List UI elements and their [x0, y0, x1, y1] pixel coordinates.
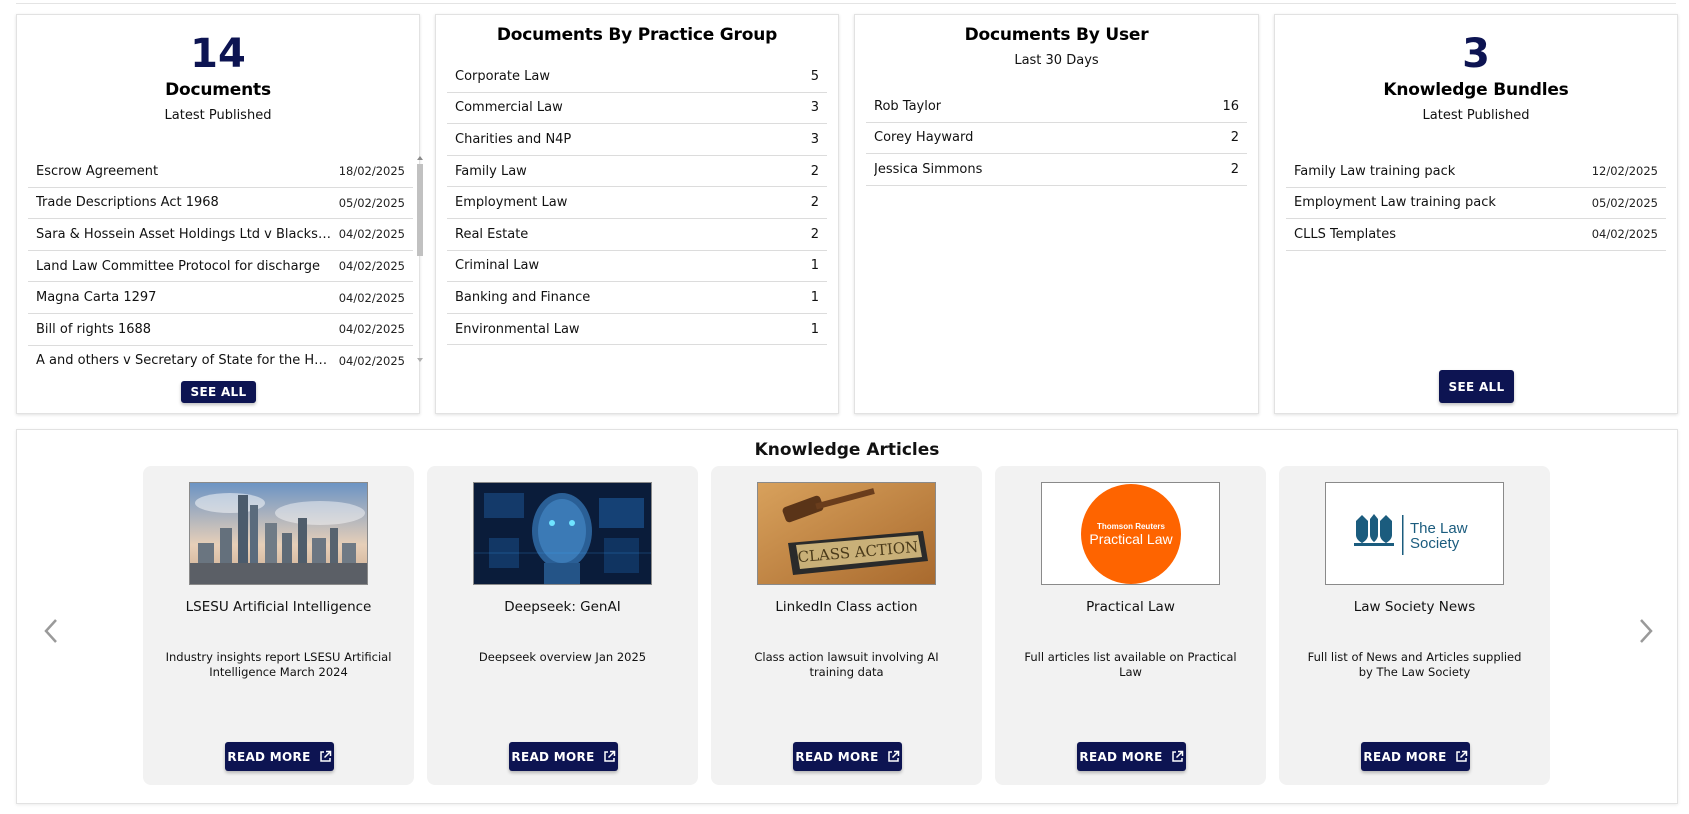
- read-more-button[interactable]: READ MORE: [509, 742, 618, 771]
- list-item[interactable]: Rob Taylor 16: [866, 91, 1247, 123]
- bundles-count: 3: [1462, 31, 1490, 77]
- list-item[interactable]: Corey Hayward 2: [866, 123, 1247, 155]
- article-card[interactable]: LSESU Artificial Intelligence Industry i…: [143, 466, 414, 785]
- documents-scrollbar[interactable]: [416, 156, 424, 368]
- list-item[interactable]: Escrow Agreement 18/02/2025: [28, 156, 413, 188]
- list-item[interactable]: A and others v Secretary of State for th…: [28, 346, 413, 368]
- article-description: Deepseek overview Jan 2025: [478, 650, 647, 664]
- external-link-icon: [319, 750, 331, 762]
- article-description: Class action lawsuit involving AI traini…: [754, 650, 939, 679]
- user-card-title: Documents By User: [964, 25, 1149, 45]
- list-item[interactable]: Corporate Law 5: [447, 61, 827, 93]
- read-more-button[interactable]: READ MORE: [1077, 742, 1186, 771]
- scroll-down-icon[interactable]: [417, 358, 423, 362]
- documents-subtitle: Latest Published: [164, 108, 272, 123]
- list-item[interactable]: Commercial Law 3: [447, 93, 827, 125]
- article-card[interactable]: Deepseek: GenAI Deepseek overview Jan 20…: [427, 466, 698, 785]
- list-item[interactable]: Charities and N4P 3: [447, 124, 827, 156]
- carousel-prev-button[interactable]: [37, 616, 67, 646]
- article-title: Practical Law: [1086, 599, 1175, 615]
- svg-text:Practical Law: Practical Law: [1089, 531, 1173, 547]
- article-image-law-society-logo: The Law Society: [1325, 482, 1504, 585]
- bundles-subtitle: Latest Published: [1422, 108, 1530, 123]
- list-item[interactable]: Sara & Hossein Asset Holdings Ltd v Blac…: [28, 219, 413, 251]
- documents-see-all-button[interactable]: SEE ALL: [181, 381, 256, 403]
- user-list: Rob Taylor 16 Corey Hayward 2 Jessica Simm…: [866, 91, 1247, 186]
- external-link-icon: [887, 750, 899, 762]
- list-item[interactable]: Bill of rights 1688 04/02/2025: [28, 314, 413, 346]
- knowledge-articles-panel: Knowledge Articles LSESU Artificial Inte…: [16, 429, 1678, 804]
- list-item[interactable]: Employment Law 2: [447, 187, 827, 219]
- list-item[interactable]: Family Law training pack 12/02/2025: [1286, 156, 1666, 188]
- article-description: Full list of News and Articles supplied …: [1307, 650, 1522, 679]
- article-title: Deepseek: GenAI: [504, 599, 621, 615]
- documents-list[interactable]: Escrow Agreement 18/02/2025 Trade Descrip…: [28, 156, 424, 368]
- external-link-icon: [1171, 750, 1183, 762]
- scroll-up-icon[interactable]: [417, 156, 423, 160]
- practice-group-list: Corporate Law 5 Commercial Law 3 Charities…: [447, 61, 827, 346]
- list-item[interactable]: Family Law 2: [447, 156, 827, 188]
- bundles-title: Knowledge Bundles: [1383, 80, 1569, 100]
- user-card-subtitle: Last 30 Days: [1014, 53, 1099, 68]
- list-item[interactable]: Environmental Law 1: [447, 314, 827, 346]
- practice-group-title: Documents By Practice Group: [496, 25, 778, 45]
- list-item[interactable]: Real Estate 2: [447, 219, 827, 251]
- bundles-see-all-button[interactable]: SEE ALL: [1439, 370, 1514, 403]
- bundles-list: Family Law training pack 12/02/2025 Emplo…: [1286, 156, 1666, 251]
- knowledge-articles-title: Knowledge Articles: [754, 440, 940, 460]
- external-link-icon: [1455, 750, 1467, 762]
- read-more-button[interactable]: READ MORE: [1361, 742, 1470, 771]
- external-link-icon: [603, 750, 615, 762]
- article-title: Law Society News: [1353, 599, 1476, 615]
- documents-count: 14: [190, 31, 246, 77]
- read-more-button[interactable]: READ MORE: [793, 742, 902, 771]
- article-title: LSESU Artificial Intelligence: [185, 599, 372, 615]
- article-description: Industry insights report LSESU Artificia…: [165, 650, 392, 679]
- article-image-gavel-class-action: CLASS ACTION: [757, 482, 936, 585]
- documents-card: 14 Documents Latest Published Escrow Agr…: [16, 14, 423, 414]
- read-more-button[interactable]: READ MORE: [225, 742, 334, 771]
- practice-group-card: Documents By Practice Group Corporate La…: [435, 14, 839, 414]
- list-item[interactable]: Trade Descriptions Act 1968 05/02/2025: [28, 188, 413, 220]
- user-card: Documents By User Last 30 Days Rob Taylo…: [854, 14, 1259, 414]
- list-item[interactable]: Banking and Finance 1: [447, 282, 827, 314]
- carousel-next-button[interactable]: [1630, 616, 1660, 646]
- article-card[interactable]: CLASS ACTION LinkedIn Class action Class…: [711, 466, 982, 785]
- chevron-left-icon: [44, 619, 57, 643]
- list-item[interactable]: Employment Law training pack 05/02/2025: [1286, 188, 1666, 220]
- scrollbar-thumb[interactable]: [417, 164, 423, 256]
- svg-text:Thomson Reuters: Thomson Reuters: [1097, 522, 1166, 531]
- svg-text:Society: Society: [1410, 535, 1460, 552]
- article-title: LinkedIn Class action: [775, 599, 918, 615]
- article-card[interactable]: The Law Society Law Society News Full li…: [1279, 466, 1550, 785]
- bundles-card: 3 Knowledge Bundles Latest Published Fam…: [1274, 14, 1678, 414]
- list-item[interactable]: Land Law Committee Protocol for discharg…: [28, 251, 413, 283]
- list-item[interactable]: CLLS Templates 04/02/2025: [1286, 219, 1666, 251]
- article-description: Full articles list available on Practica…: [1024, 650, 1237, 679]
- article-image-ai-face: [473, 482, 652, 585]
- article-card[interactable]: Thomson Reuters Practical Law Practical …: [995, 466, 1266, 785]
- top-divider: [16, 3, 1676, 4]
- list-item[interactable]: Magna Carta 1297 04/02/2025: [28, 282, 413, 314]
- article-image-practical-law-logo: Thomson Reuters Practical Law: [1041, 482, 1220, 585]
- chevron-right-icon: [1640, 619, 1653, 643]
- list-item[interactable]: Criminal Law 1: [447, 251, 827, 283]
- list-item[interactable]: Jessica Simmons 2: [866, 154, 1247, 186]
- documents-title: Documents: [165, 80, 271, 100]
- article-image-city-skyline: [189, 482, 368, 585]
